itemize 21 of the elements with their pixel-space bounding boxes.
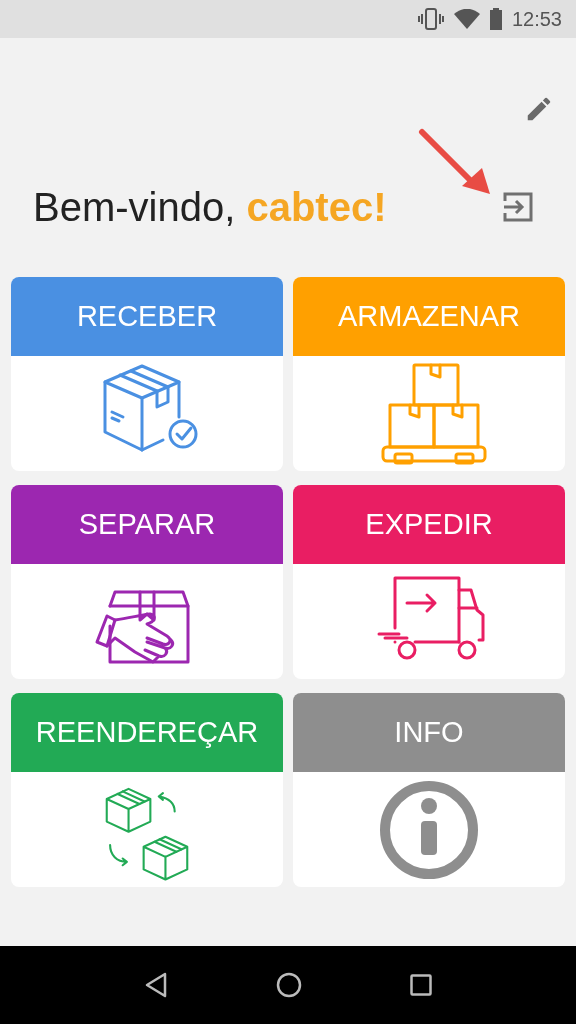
card-title: RECEBER bbox=[76, 300, 218, 333]
card-title: EXPEDIR bbox=[365, 508, 493, 541]
card-title: ARMAZENAR bbox=[337, 300, 521, 333]
back-icon[interactable] bbox=[144, 972, 168, 998]
card-title: SEPARAR bbox=[78, 508, 216, 541]
battery-icon bbox=[489, 8, 502, 30]
login-icon[interactable] bbox=[502, 191, 534, 223]
vibrate-icon bbox=[417, 8, 444, 30]
menu-card[interactable]: ARMAZENAR bbox=[293, 277, 565, 471]
card-title: INFO bbox=[394, 716, 464, 749]
recent-apps-icon[interactable] bbox=[410, 974, 432, 996]
menu-card[interactable]: EXPEDIR bbox=[293, 485, 565, 679]
welcome-text: Bem-vindo, cabtec! bbox=[33, 184, 387, 230]
home-icon[interactable] bbox=[276, 972, 302, 998]
clock: 12:53 bbox=[511, 7, 562, 31]
menu-card[interactable]: INFO bbox=[293, 693, 565, 887]
menu-card[interactable]: RECEBER bbox=[11, 277, 283, 471]
menu-card[interactable]: SEPARAR bbox=[11, 485, 283, 679]
wifi-icon bbox=[453, 9, 480, 29]
menu-card[interactable]: REENDEREÇAR bbox=[11, 693, 283, 887]
card-title: REENDEREÇAR bbox=[35, 716, 259, 749]
